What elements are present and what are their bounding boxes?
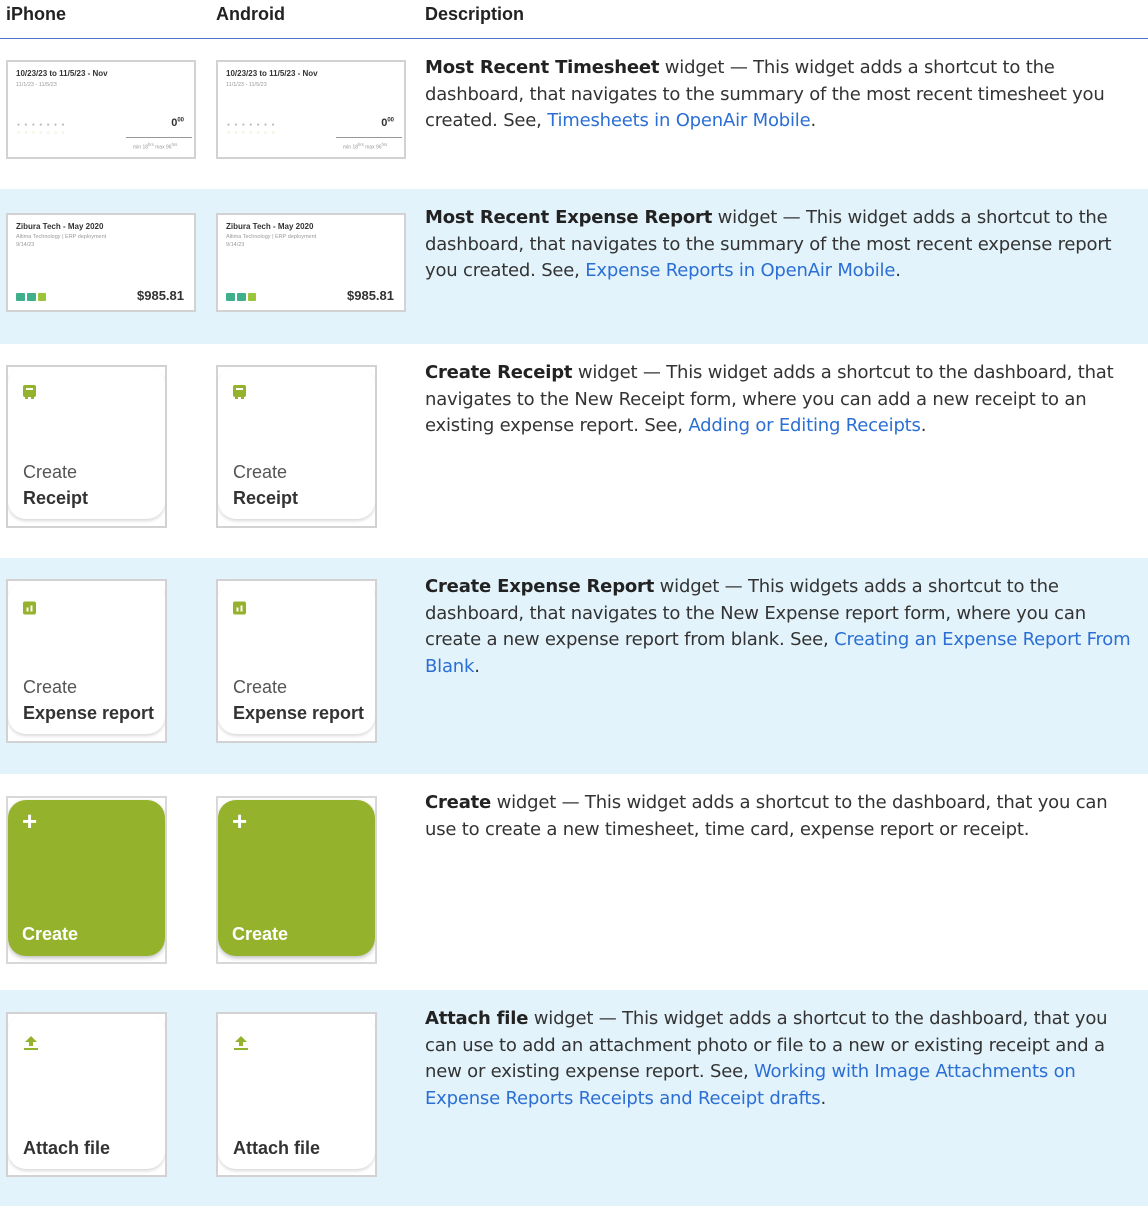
table-row: Zibura Tech - May 2020 Altima Technology… — [0, 189, 1148, 344]
card-amount: $985.81 — [347, 288, 394, 303]
expense-report-icon — [23, 601, 36, 615]
card-title: 10/23/23 to 11/5/23 - Nov — [16, 69, 108, 78]
doc-link[interactable]: Adding or Editing Receipts — [688, 415, 921, 436]
doc-link[interactable]: Timesheets in OpenAir Mobile — [547, 110, 810, 131]
card-title: 10/23/23 to 11/5/23 - Nov — [226, 69, 318, 78]
widget-name: Attach file — [425, 1008, 529, 1029]
header-description: Description — [425, 4, 525, 24]
android-create-expense-tile: Create Expense report — [216, 579, 377, 743]
iphone-expense-card: Zibura Tech - May 2020 Altima Technology… — [6, 213, 196, 312]
widget-name: Most Recent Timesheet — [425, 57, 660, 78]
tile-label: Expense report — [23, 703, 155, 723]
day-dots: ○ ○ ○ ○ ○ ○ ○ — [227, 130, 276, 136]
expense-report-icon — [233, 601, 246, 615]
table-row: + Create + Create Create widget — This w… — [0, 774, 1148, 990]
day-dots: ○ ○ ○ ○ ○ ○ ○ — [17, 130, 66, 136]
row-description: Create widget — This widget adds a short… — [425, 792, 1108, 840]
android-timesheet-card: 10/23/23 to 11/5/23 - Nov 11/1/23 - 11/5… — [216, 60, 406, 159]
row-description: Create Receipt widget — This widget adds… — [425, 362, 1114, 436]
tile-label: Attach file — [233, 1138, 321, 1158]
doc-link[interactable]: Expense Reports in OpenAir Mobile — [585, 260, 895, 281]
android-expense-card: Zibura Tech - May 2020 Altima Technology… — [216, 213, 406, 312]
widget-name: Create Receipt — [425, 362, 573, 383]
hours-bar — [336, 137, 402, 138]
header-android: Android — [216, 4, 285, 24]
widget-name: Most Recent Expense Report — [425, 207, 713, 228]
card-amount: $985.81 — [137, 288, 184, 303]
table-row: Create Expense report Create Expense rep… — [0, 558, 1148, 774]
tile-label: Receipt — [233, 488, 299, 508]
iphone-timesheet-card: 10/23/23 to 11/5/23 - Nov 11/1/23 - 11/5… — [6, 60, 196, 159]
tile-label: Create — [232, 924, 289, 944]
iphone-create-expense-tile: Create Expense report — [6, 579, 167, 743]
table-row: 10/23/23 to 11/5/23 - Nov 11/1/23 - 11/5… — [0, 39, 1148, 189]
row-description: Create Expense Report widget — This widg… — [425, 576, 1131, 677]
card-subtitle: 11/1/23 - 11/5/23 — [16, 82, 57, 88]
table-header: iPhone Android Description — [0, 0, 1148, 39]
android-attach-file-tile: Attach file — [216, 1012, 377, 1177]
card-hours: 000 — [381, 117, 394, 129]
card-subtitle: Altima Technology | ERP deployment — [16, 234, 107, 240]
hours-bar — [126, 137, 192, 138]
tile-action: Create — [23, 677, 78, 697]
receipt-badges — [226, 293, 256, 301]
card-hours: 000 — [171, 117, 184, 129]
day-dots: ● ● ● ● ● ● ● — [17, 122, 66, 128]
iphone-create-receipt-tile: Create Receipt — [6, 365, 167, 528]
receipt-icon — [23, 385, 36, 399]
tile-label: Expense report — [233, 703, 365, 723]
tile-action: Create — [233, 462, 288, 482]
receipt-icon — [233, 385, 246, 399]
android-create-receipt-tile: Create Receipt — [216, 365, 377, 528]
hours-stats: min 18hrs max 96hrs — [343, 142, 388, 151]
day-dots: ● ● ● ● ● ● ● — [227, 122, 276, 128]
card-title: Zibura Tech - May 2020 — [16, 222, 104, 231]
tile-action: Create — [23, 462, 78, 482]
table-row: Create Receipt Create Receipt Create Rec… — [0, 344, 1148, 558]
card-title: Zibura Tech - May 2020 — [226, 222, 314, 231]
header-iphone: iPhone — [6, 4, 67, 24]
row-description: Attach file widget — This widget adds a … — [425, 1008, 1108, 1109]
table-row: Attach file Attach file Attach file widg… — [0, 990, 1148, 1206]
tile-label: Create — [22, 924, 79, 944]
widget-name: Create Expense Report — [425, 576, 655, 597]
tile-label: Attach file — [23, 1138, 111, 1158]
row-description: Most Recent Expense Report widget — This… — [425, 207, 1112, 281]
widget-name: Create — [425, 792, 492, 813]
card-date: 9/14/23 — [16, 242, 35, 248]
iphone-attach-file-tile: Attach file — [6, 1012, 167, 1177]
plus-icon: + — [232, 806, 248, 836]
card-date: 9/14/23 — [226, 242, 245, 248]
card-subtitle: Altima Technology | ERP deployment — [226, 234, 317, 240]
receipt-badges — [16, 293, 46, 301]
plus-icon: + — [22, 806, 38, 836]
card-subtitle: 11/1/23 - 11/5/23 — [226, 82, 267, 88]
upload-icon — [24, 1036, 38, 1050]
tile-label: Receipt — [23, 488, 89, 508]
iphone-create-tile: + Create — [6, 796, 167, 964]
row-description: Most Recent Timesheet widget — This widg… — [425, 57, 1105, 131]
android-create-tile: + Create — [216, 796, 377, 964]
hours-stats: min 18hrs max 96hrs — [133, 142, 178, 151]
upload-icon — [234, 1036, 248, 1050]
tile-action: Create — [233, 677, 288, 697]
